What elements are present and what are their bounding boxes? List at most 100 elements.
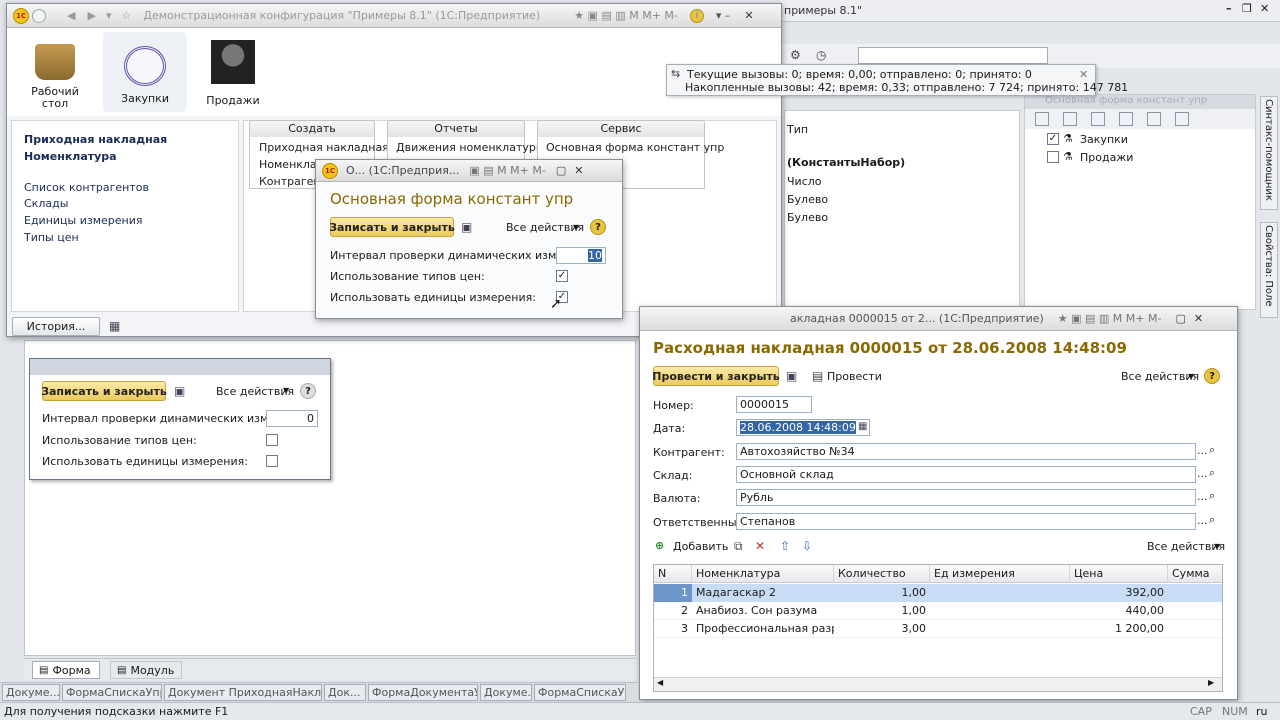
nav-link-bold[interactable]: Приходная накладная xyxy=(24,133,167,146)
table-row[interactable]: 2 Анабиоз. Сон разума 1,00 440,00 xyxy=(654,602,1222,620)
select-button[interactable]: ... xyxy=(1197,514,1208,527)
save-icon[interactable]: ▣ xyxy=(461,220,472,234)
forward-icon[interactable]: ▶ xyxy=(87,9,95,22)
side-tab-properties[interactable]: Свойства: Поле xyxy=(1260,222,1278,318)
search-icon[interactable]: ⌕ xyxy=(1209,513,1215,527)
search-icon[interactable]: ⌕ xyxy=(1209,466,1215,480)
type-item[interactable]: Булево xyxy=(787,193,828,206)
col-item[interactable]: Номенклатура xyxy=(692,565,834,583)
section-desktop[interactable]: Рабочий стол xyxy=(25,40,85,110)
copy-icon[interactable]: ⧉ xyxy=(734,539,743,553)
col-price[interactable]: Цена xyxy=(1070,565,1168,583)
save-close-button[interactable]: Записать и закрыть xyxy=(41,381,167,401)
warehouse-input[interactable]: Основной склад xyxy=(736,466,1196,483)
back-icon[interactable]: ◀ xyxy=(67,9,75,22)
close-icon[interactable]: ✕ xyxy=(744,9,753,22)
nav-link[interactable]: Склады xyxy=(24,197,68,210)
tab-form[interactable]: ▤ Форма xyxy=(32,661,100,679)
task-tab[interactable]: ФормаСпискаУпр xyxy=(62,684,162,701)
window-list-icon[interactable]: ▦ xyxy=(109,319,120,333)
tree-item[interactable]: Продажи xyxy=(1080,151,1133,164)
post-button[interactable]: Провести xyxy=(827,370,882,383)
nav-link[interactable]: Типы цен xyxy=(24,231,79,244)
nav-link[interactable]: Единицы измерения xyxy=(24,214,143,227)
contractor-input[interactable]: Автохозяйство №34 xyxy=(736,443,1196,460)
move-up-icon[interactable]: ⇧ xyxy=(780,539,790,553)
settings-icon[interactable] xyxy=(1175,112,1189,126)
side-tab-syntax[interactable]: Синтакс-помощник xyxy=(1260,96,1278,210)
delete-icon[interactable]: ✕ xyxy=(755,539,765,553)
report-link[interactable]: Движения номенклатуры xyxy=(396,141,545,154)
tree-checkbox[interactable]: ✓ xyxy=(1047,133,1059,145)
post-close-button[interactable]: Провести и закрыть xyxy=(652,366,780,386)
calendar-icon[interactable]: ▦ xyxy=(858,420,867,434)
favorites-icon[interactable]: ☆ xyxy=(121,9,131,22)
close-icon[interactable]: ✕ xyxy=(1079,68,1088,81)
price-types-checkbox[interactable]: ✓ xyxy=(556,270,568,282)
minimize-icon[interactable]: – xyxy=(1226,2,1232,15)
add-row-button[interactable]: Добавить xyxy=(673,540,728,553)
units-checkbox[interactable] xyxy=(266,455,278,467)
type-item[interactable]: Булево xyxy=(787,211,828,224)
help-icon[interactable]: ? xyxy=(300,383,316,399)
type-item[interactable]: (КонстантыНабор) xyxy=(787,156,905,169)
info-icon[interactable]: i xyxy=(689,8,704,23)
close-icon[interactable]: ✕ xyxy=(1194,312,1203,325)
select-button[interactable]: ... xyxy=(1197,467,1208,480)
task-tab[interactable]: Докуме... xyxy=(2,684,60,701)
save-close-button[interactable]: Записать и закрыть xyxy=(329,217,455,237)
task-tab[interactable]: Докуме... xyxy=(480,684,532,701)
section-sales[interactable]: Продажи xyxy=(203,40,263,110)
tree-icon[interactable] xyxy=(1035,112,1049,126)
task-tab[interactable]: ФормаДокументаУпр xyxy=(368,684,478,701)
interval-input[interactable]: 10 xyxy=(556,247,606,264)
dropdown-icon[interactable]: ▾ xyxy=(106,9,112,22)
service-link[interactable]: Основная форма констант упр xyxy=(546,141,724,154)
table-row[interactable]: 3 Профессиональная разр... 3,00 1 200,00 xyxy=(654,620,1222,638)
scroll-right-icon[interactable]: ▶ xyxy=(1208,678,1214,687)
select-button[interactable]: ... xyxy=(1197,490,1208,503)
timer-icon[interactable]: ◷ xyxy=(816,48,826,62)
restore-icon[interactable]: ❐ xyxy=(1242,2,1252,15)
save-icon[interactable]: ▣ xyxy=(174,384,185,398)
col-sum[interactable]: Сумма xyxy=(1168,565,1222,583)
tree-checkbox[interactable] xyxy=(1047,151,1059,163)
section-purchases[interactable]: Закупки xyxy=(103,32,187,112)
table-row[interactable]: 1 Мадагаскар 2 1,00 392,00 xyxy=(654,584,1222,602)
price-types-checkbox[interactable] xyxy=(266,434,278,446)
move-down-icon[interactable]: ⇩ xyxy=(802,539,812,553)
gear-icon[interactable]: ⚙ xyxy=(790,48,801,62)
number-input[interactable]: 0000015 xyxy=(736,396,812,413)
nav-link-bold[interactable]: Номенклатура xyxy=(24,150,117,163)
list-icon[interactable] xyxy=(1091,112,1105,126)
search-icon[interactable]: ⌕ xyxy=(1209,489,1215,503)
horizontal-scrollbar[interactable]: ◀ ▶ xyxy=(654,677,1222,691)
minimize-icon[interactable]: ▢ xyxy=(1175,312,1185,325)
help-icon[interactable]: ? xyxy=(1204,368,1220,384)
filter-icon[interactable] xyxy=(1063,112,1077,126)
scroll-left-icon[interactable]: ◀ xyxy=(657,678,663,687)
help-icon[interactable]: ? xyxy=(590,219,606,235)
maximize-icon[interactable]: ▢ xyxy=(556,164,566,177)
col-n[interactable]: N xyxy=(654,565,692,583)
currency-input[interactable]: Рубль xyxy=(736,489,1196,506)
tab-module[interactable]: ▤ Модуль xyxy=(110,661,182,679)
menu-icon[interactable] xyxy=(32,8,46,23)
history-button[interactable]: История... xyxy=(12,317,100,336)
task-tab[interactable]: Документ ПриходнаяНакла... xyxy=(164,684,322,701)
task-tab[interactable]: Док... xyxy=(324,684,366,701)
minimize-icon[interactable]: ▾ – xyxy=(716,9,731,22)
responsible-input[interactable]: Степанов xyxy=(736,513,1196,530)
save-icon[interactable]: ▣ xyxy=(786,369,797,383)
tree-item[interactable]: Закупки xyxy=(1080,133,1128,146)
close-icon[interactable]: ✕ xyxy=(574,164,583,177)
nav-link[interactable]: Список контрагентов xyxy=(24,181,149,194)
col-qty[interactable]: Количество xyxy=(834,565,930,583)
interval-input[interactable]: 0 xyxy=(266,410,318,427)
task-tab[interactable]: ФормаСпискаУпр xyxy=(534,684,626,701)
col-unit[interactable]: Ед измерения xyxy=(930,565,1070,583)
select-button[interactable]: ... xyxy=(1197,444,1208,457)
move-icon[interactable] xyxy=(1147,112,1161,126)
toolbar-combo[interactable] xyxy=(858,47,1048,64)
search-icon[interactable]: ⌕ xyxy=(1209,443,1215,457)
